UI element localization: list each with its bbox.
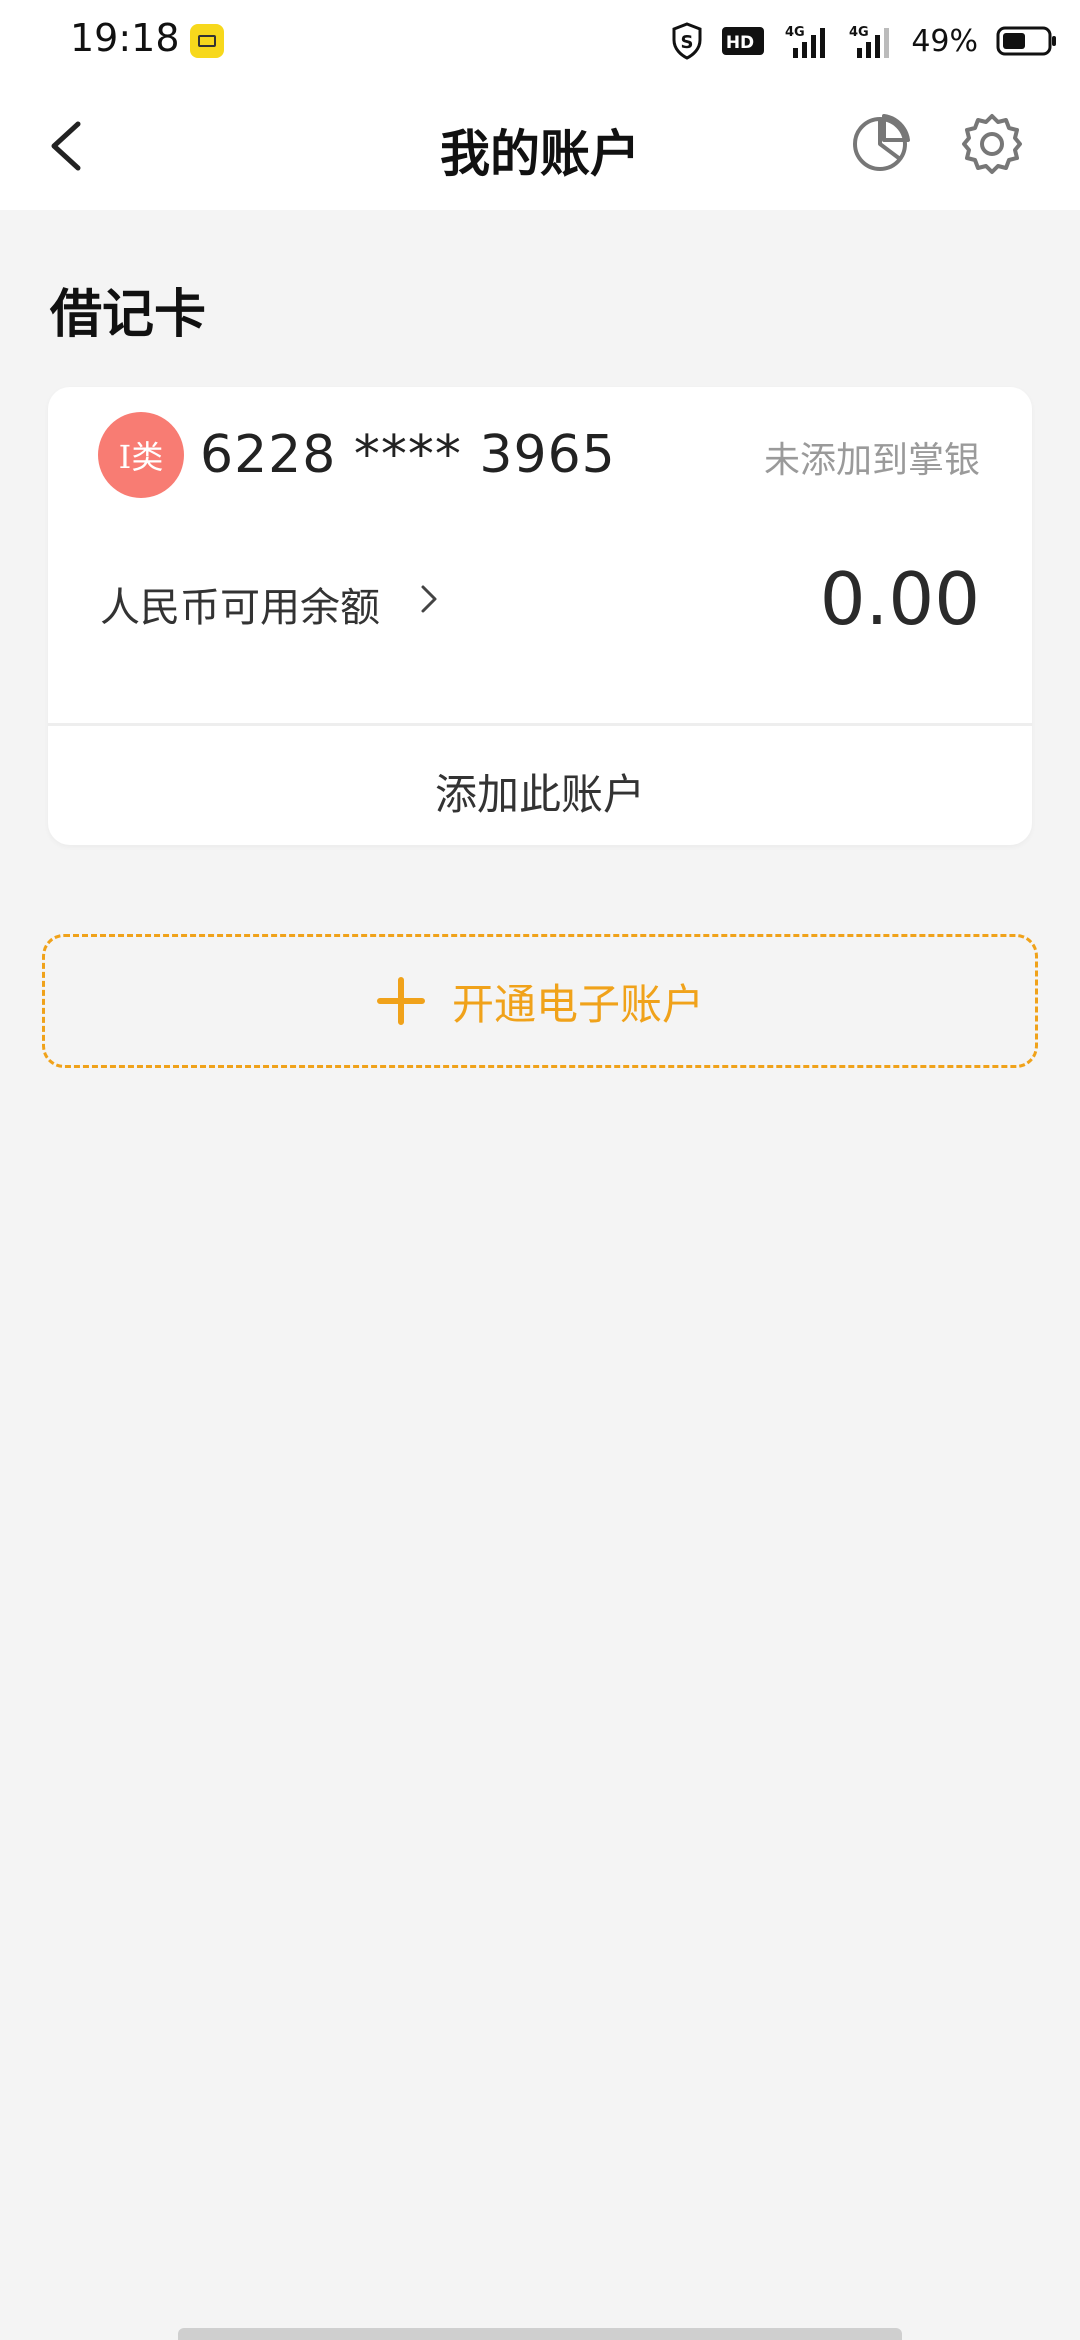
card-class-badge: I类 [98,412,184,498]
open-e-account-button[interactable]: 开通电子账户 [42,934,1038,1068]
battery-percent: 49% [911,23,978,59]
svg-text:4G: 4G [785,25,805,40]
status-bar: 19:18 S HD 4G 4G 49% [0,0,1080,82]
card-status: 未添加到掌银 [763,440,980,481]
add-account-button[interactable]: 添加此账户 [48,761,1032,822]
shield-s-icon: S [672,22,702,60]
signal-4g-icon-2: 4G [849,25,890,58]
plus-icon [376,977,425,1025]
hd-icon: HD [722,27,765,55]
account-card: I类 6228 **** 3965 未添加到掌银 人民币可用余额 0.00 添加… [48,387,1032,845]
app-bar: 我的账户 [0,82,1080,210]
svg-text:4G: 4G [849,25,869,40]
divider [48,723,1032,726]
svg-text:S: S [681,32,694,53]
section-title-debit-card: 借记卡 [50,285,207,345]
status-time: 19:18 [70,16,180,60]
status-icons: S HD 4G 4G 49% [671,18,1058,64]
chevron-right-icon[interactable] [408,579,448,619]
gear-icon[interactable] [960,112,1024,176]
svg-text:HD: HD [726,33,754,53]
balance-label[interactable]: 人民币可用余额 [100,575,380,633]
battery-icon [996,26,1056,56]
pie-chart-icon[interactable] [848,112,912,176]
signal-4g-icon: 4G [785,25,826,58]
home-indicator[interactable] [178,2328,902,2340]
card-number: 6228 **** 3965 [200,425,616,485]
open-e-account-label: 开通电子账户 [451,979,704,1029]
balance-value: 0.00 [819,557,980,641]
app-notification-icon [190,24,224,58]
page-title: 我的账户 [440,125,640,183]
